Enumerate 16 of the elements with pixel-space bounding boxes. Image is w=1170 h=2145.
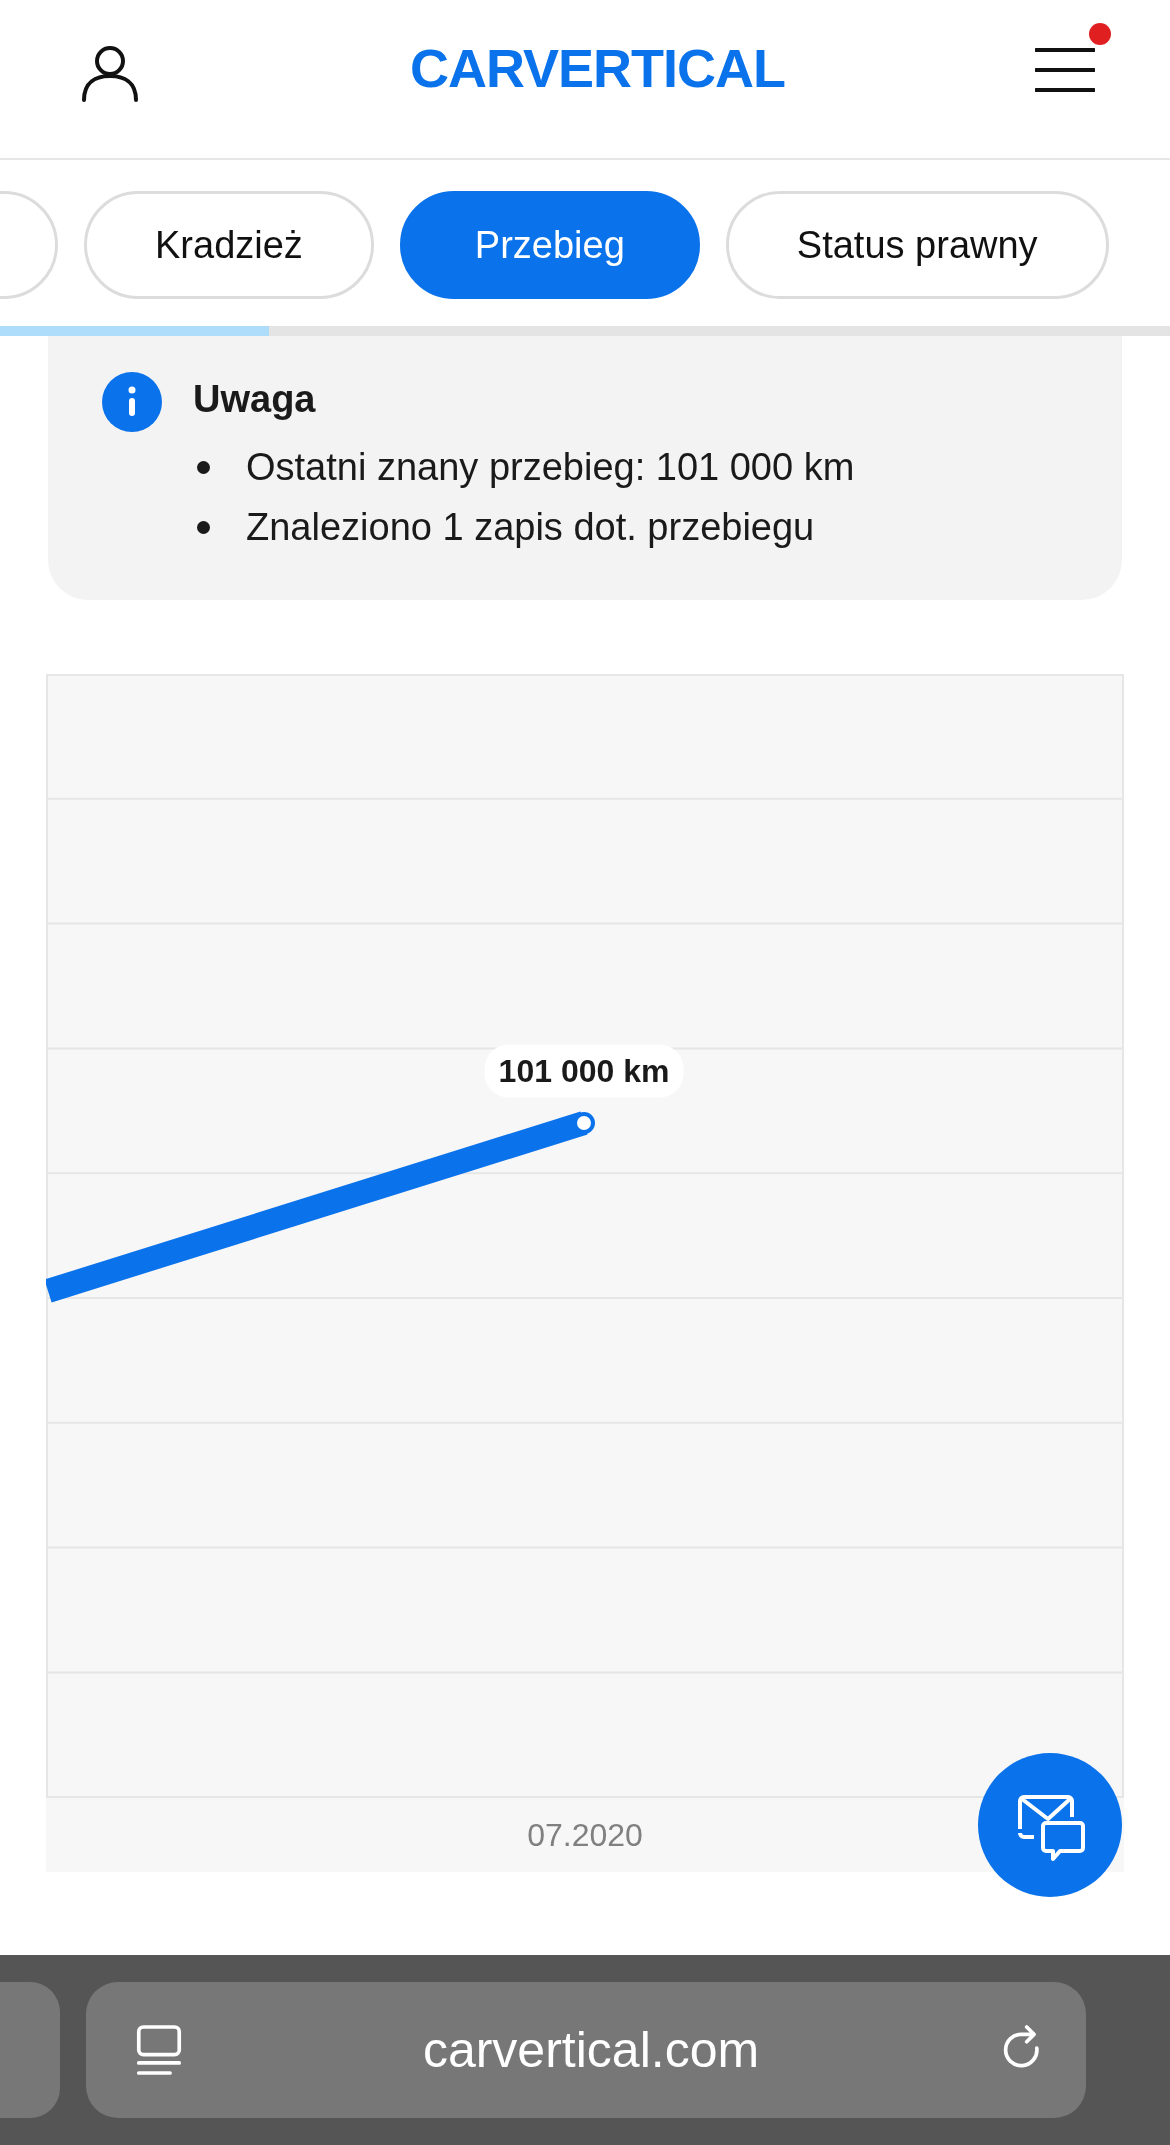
notice-title: Uwaga bbox=[193, 377, 317, 422]
tab[interactable]: Kradzież bbox=[84, 191, 374, 299]
address-bar[interactable]: carvertical.com bbox=[86, 1982, 1086, 2118]
url-text: carvertical.com bbox=[422, 2021, 760, 2079]
reader-icon[interactable] bbox=[136, 2024, 182, 2076]
notice-item: Znaleziono 1 zapis dot. przebiegu bbox=[246, 505, 815, 550]
logo[interactable]: CARVERTICAL bbox=[410, 37, 785, 99]
tab[interactable]: Status prawny bbox=[725, 191, 1109, 299]
data-label: 101 000 km bbox=[484, 1044, 684, 1098]
notice-item: Ostatni znany przebieg: 101 000 km bbox=[246, 445, 855, 490]
menu-icon[interactable] bbox=[1035, 45, 1095, 95]
axis-label: 07.2020 bbox=[527, 1816, 643, 1854]
tab[interactable]: Przebieg bbox=[399, 191, 700, 299]
bullet-icon bbox=[197, 460, 210, 474]
info-icon bbox=[102, 372, 162, 432]
bullet-icon bbox=[197, 520, 210, 534]
